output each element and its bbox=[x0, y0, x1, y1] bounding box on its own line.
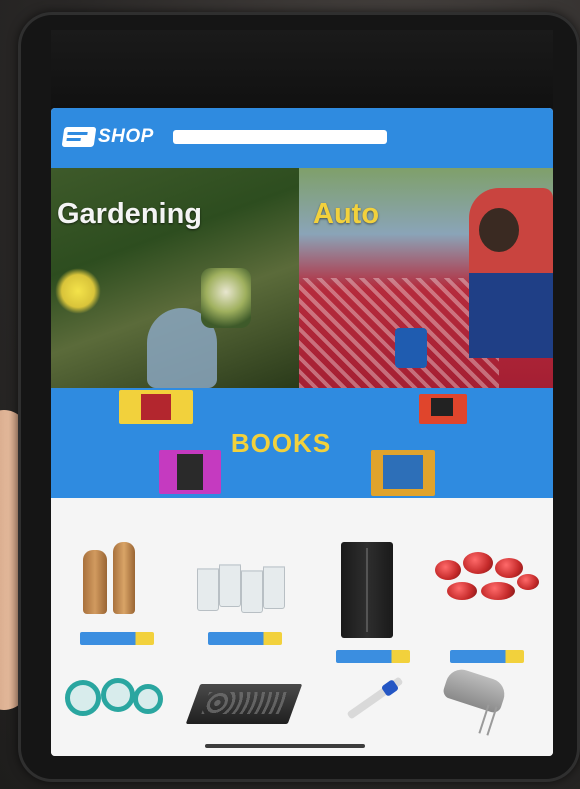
sponge-image bbox=[395, 328, 427, 368]
cookware-set-image bbox=[427, 520, 547, 630]
cooktop-body bbox=[185, 684, 303, 724]
car-washer-head bbox=[479, 208, 519, 252]
mixer-body bbox=[441, 665, 509, 715]
dish-1 bbox=[65, 680, 101, 716]
dish-2 bbox=[101, 678, 135, 712]
logo-text: SHOP bbox=[98, 126, 154, 147]
cooktop-image bbox=[185, 674, 305, 734]
glass-1 bbox=[197, 568, 219, 611]
pot-3 bbox=[495, 558, 523, 578]
glass-tumblers-image bbox=[185, 520, 305, 613]
category-gardening[interactable]: Gardening bbox=[51, 168, 299, 388]
hand-blender-image bbox=[313, 674, 433, 734]
dinnerware-set-image bbox=[57, 674, 177, 734]
add-to-cart-button[interactable] bbox=[208, 632, 282, 645]
add-to-cart-button[interactable] bbox=[336, 650, 410, 663]
hand-mixer-image bbox=[427, 665, 547, 736]
site-header: SHOP bbox=[51, 108, 553, 168]
category-books-banner[interactable]: BOOKS bbox=[51, 388, 553, 498]
pepper-mill-left bbox=[83, 550, 107, 614]
product-caption bbox=[57, 614, 177, 628]
pepper-mills-image bbox=[57, 520, 177, 614]
product-card[interactable] bbox=[57, 520, 177, 645]
product-card[interactable] bbox=[427, 665, 547, 750]
pot-2 bbox=[463, 552, 493, 574]
search-input[interactable] bbox=[173, 130, 387, 144]
pot-4 bbox=[517, 574, 539, 590]
product-card[interactable] bbox=[57, 674, 177, 750]
shop-logo[interactable]: SHOP bbox=[61, 122, 154, 152]
tablet-screen: SHOP Gardening Auto BOOKS bbox=[51, 108, 553, 756]
pan-1 bbox=[447, 582, 477, 600]
product-caption bbox=[427, 632, 547, 646]
pot-1 bbox=[435, 560, 461, 580]
category-label-auto: Auto bbox=[313, 198, 380, 230]
product-card[interactable] bbox=[427, 520, 547, 663]
product-card[interactable] bbox=[185, 674, 305, 750]
fridge-body bbox=[341, 542, 393, 638]
pan-2 bbox=[481, 582, 515, 600]
glass-2 bbox=[219, 564, 241, 607]
product-caption bbox=[57, 736, 177, 750]
refrigerator-image bbox=[313, 520, 433, 638]
product-caption bbox=[427, 736, 547, 750]
home-indicator[interactable] bbox=[205, 744, 365, 748]
flowers-image bbox=[55, 268, 101, 314]
product-card[interactable] bbox=[313, 520, 433, 663]
category-auto[interactable]: Auto bbox=[299, 168, 553, 388]
product-card[interactable] bbox=[185, 520, 305, 645]
book-cover-3 bbox=[419, 394, 467, 424]
product-card[interactable] bbox=[313, 674, 433, 750]
glass-3 bbox=[241, 570, 263, 613]
product-caption bbox=[185, 614, 305, 628]
books-label: BOOKS bbox=[230, 428, 332, 458]
dish-3 bbox=[133, 684, 163, 714]
plant-pot-image bbox=[201, 268, 251, 328]
book-cover-1 bbox=[119, 390, 193, 424]
add-to-cart-button[interactable] bbox=[450, 650, 524, 663]
add-to-cart-button[interactable] bbox=[80, 632, 154, 645]
screen-top-reflection bbox=[51, 30, 553, 108]
product-grid bbox=[51, 498, 553, 756]
glass-4 bbox=[263, 566, 285, 609]
logo-cart-icon bbox=[61, 127, 97, 147]
pepper-mill-right bbox=[113, 542, 135, 614]
category-label-gardening: Gardening bbox=[57, 198, 203, 230]
